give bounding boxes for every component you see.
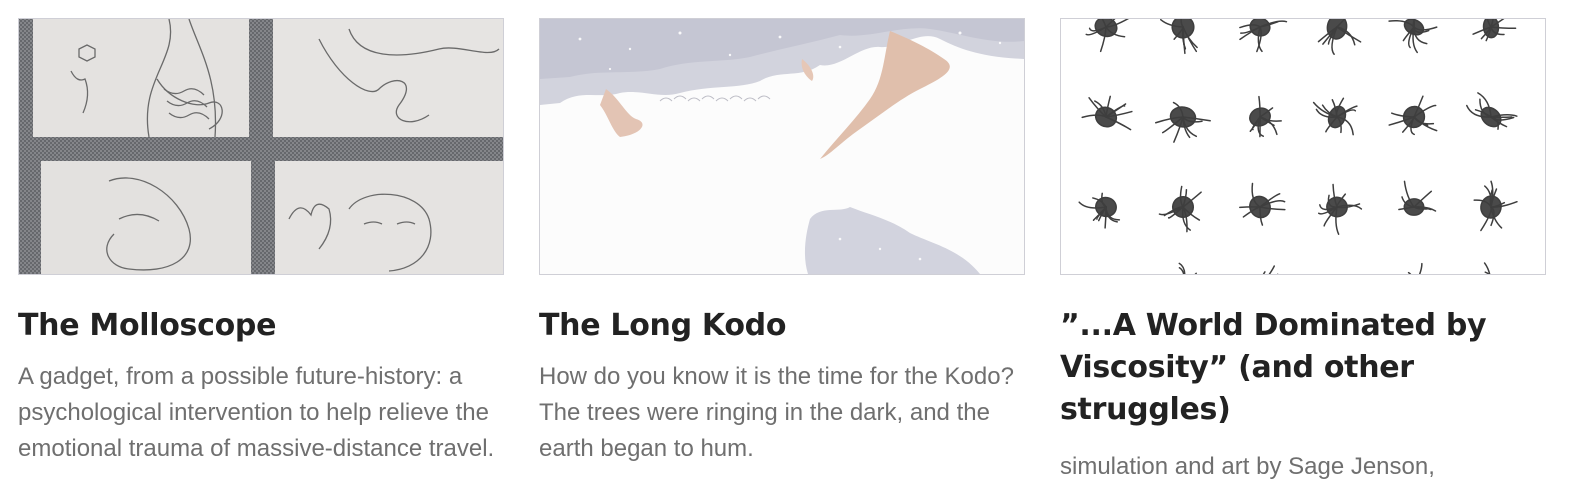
project-description: A gadget, from a possible future-history… — [18, 363, 495, 462]
pencil-drawings-image — [19, 19, 503, 274]
project-title[interactable]: The Molloscope — [18, 305, 504, 347]
project-description: How do you know it is the time for the K… — [539, 363, 1014, 462]
project-thumbnail[interactable] — [18, 18, 504, 275]
project-card-molloscope[interactable]: The Molloscope A gadget, from a possible… — [18, 18, 504, 467]
project-grid: The Molloscope A gadget, from a possible… — [0, 0, 1590, 489]
project-title[interactable]: ”...A World Dominated by Viscosity” (and… — [1060, 305, 1546, 431]
project-card-viscosity[interactable]: ”...A World Dominated by Viscosity” (and… — [1060, 18, 1546, 485]
project-thumbnail[interactable] — [1060, 18, 1546, 275]
project-thumbnail[interactable] — [539, 18, 1025, 275]
project-card-long-kodo[interactable]: The Long Kodo How do you know it is the … — [539, 18, 1025, 467]
watercolor-landscape-image — [540, 19, 1024, 274]
project-title[interactable]: The Long Kodo — [539, 305, 1025, 347]
project-description: simulation and art by Sage Jenson, — [1060, 453, 1435, 480]
simulation-creatures-image — [1061, 19, 1545, 274]
